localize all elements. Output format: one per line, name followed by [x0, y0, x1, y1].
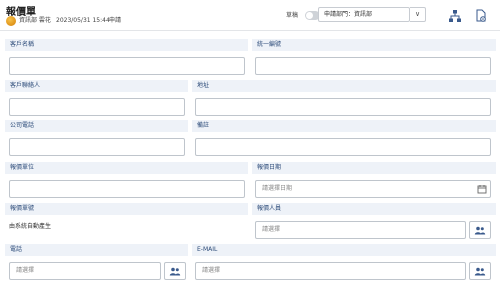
contact-input[interactable] [9, 98, 185, 116]
email-input[interactable]: 請選擇 [195, 262, 466, 280]
tax-id-input[interactable] [255, 57, 491, 75]
department-select[interactable]: 申請部門：資訊部 [318, 7, 410, 22]
chevron-down-icon[interactable]: ∨ [410, 7, 426, 22]
address-label: 地址 [192, 80, 496, 92]
org-chart-icon[interactable] [448, 8, 462, 22]
quote-no-label: 報價單號 [5, 203, 248, 215]
company-phone-input[interactable] [9, 138, 185, 156]
toggle-knob [306, 12, 313, 19]
customer-name-label: 客戶名稱 [5, 39, 248, 51]
quote-unit-input[interactable] [9, 180, 245, 198]
quote-date-label: 報價日期 [252, 162, 496, 174]
calendar-icon[interactable] [475, 182, 489, 196]
phone-label: 電話 [5, 244, 188, 256]
email-label: E-MAIL [192, 244, 496, 256]
quote-no-value: 由系統自動產生 [9, 223, 52, 230]
avatar [6, 16, 16, 26]
phone-input[interactable]: 請選擇 [9, 262, 161, 280]
quote-date-input[interactable]: 請選擇日期 [255, 180, 491, 198]
address-input[interactable] [195, 98, 491, 116]
customer-name-input[interactable] [9, 57, 245, 75]
remarks-label: 備註 [192, 120, 496, 132]
quoter-people-icon[interactable] [469, 221, 491, 239]
contact-label: 客戶聯絡人 [5, 80, 188, 92]
remarks-input[interactable] [195, 138, 491, 156]
email-people-icon[interactable] [469, 262, 491, 280]
status-badge: 申請 [109, 17, 122, 24]
header-divider [0, 30, 500, 31]
tax-id-label: 統一編號 [252, 39, 496, 51]
document-settings-icon[interactable] [474, 8, 488, 22]
draft-label: 草稿 [286, 12, 299, 19]
quoter-input[interactable]: 請選擇 [255, 221, 466, 239]
author-name: 資訊部 雲花 [19, 17, 51, 24]
created-datetime: 2023/05/31 15:44 [56, 17, 110, 24]
quote-unit-label: 報價單位 [5, 162, 248, 174]
phone-people-icon[interactable] [164, 262, 186, 280]
quoter-label: 報價人員 [252, 203, 496, 215]
company-phone-label: 公司電話 [5, 120, 188, 132]
